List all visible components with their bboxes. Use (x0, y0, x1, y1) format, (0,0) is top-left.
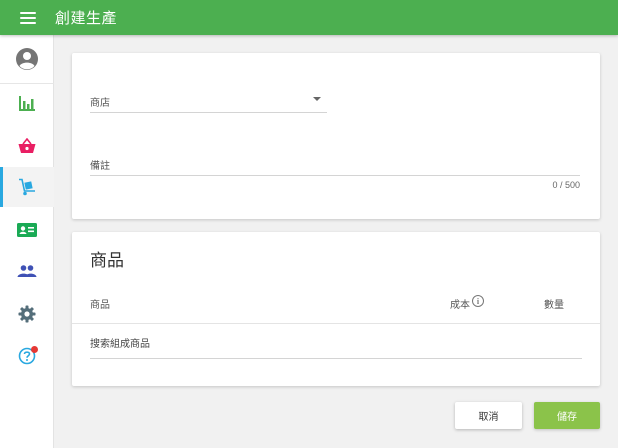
app-bar: 創建生產 (0, 0, 618, 35)
hand-truck-icon (19, 178, 35, 196)
column-header-product: 商品 (90, 300, 110, 311)
notification-badge (31, 346, 38, 353)
sidebar-item-production[interactable] (0, 167, 54, 207)
info-icon[interactable]: i (472, 295, 484, 307)
chevron-down-icon[interactable] (313, 97, 321, 101)
sidebar-nav (0, 35, 54, 448)
contact-card-icon (17, 223, 37, 237)
column-header-quantity: 數量 (544, 300, 564, 311)
shop-select-label: 商店 (90, 98, 110, 109)
sidebar-item-users[interactable] (0, 251, 54, 291)
shop-select[interactable] (90, 112, 327, 113)
table-header-divider (72, 323, 600, 324)
save-button[interactable]: 儲存 (534, 402, 600, 429)
products-card: 商品 商品 成本 i 數量 搜索組成商品 (72, 232, 600, 386)
sidebar-item-contacts[interactable] (0, 210, 54, 250)
cancel-button[interactable]: 取消 (455, 402, 522, 429)
gear-icon (18, 305, 36, 323)
hamburger-menu-icon[interactable] (20, 11, 36, 24)
note-field-label: 備註 (90, 161, 110, 172)
sidebar-item-help[interactable] (0, 336, 54, 376)
sidebar-item-analytics[interactable] (0, 84, 54, 124)
people-icon (17, 265, 37, 277)
basket-icon (18, 138, 36, 153)
sidebar-item-settings[interactable] (0, 294, 54, 334)
product-search-underline (90, 358, 582, 359)
column-header-cost: 成本 (450, 300, 470, 311)
products-section-title: 商品 (90, 251, 124, 270)
bar-chart-icon (19, 96, 35, 111)
product-search-input[interactable]: 搜索組成商品 (90, 335, 150, 350)
page-title: 創建生產 (55, 10, 118, 27)
note-field[interactable] (90, 175, 580, 176)
sidebar-item-profile[interactable] (0, 39, 54, 79)
account-circle-icon (16, 48, 38, 70)
sidebar-item-shop[interactable] (0, 126, 54, 166)
production-form-card: 商店 備註 0 / 500 (72, 53, 600, 219)
note-char-counter: 0 / 500 (552, 180, 580, 190)
